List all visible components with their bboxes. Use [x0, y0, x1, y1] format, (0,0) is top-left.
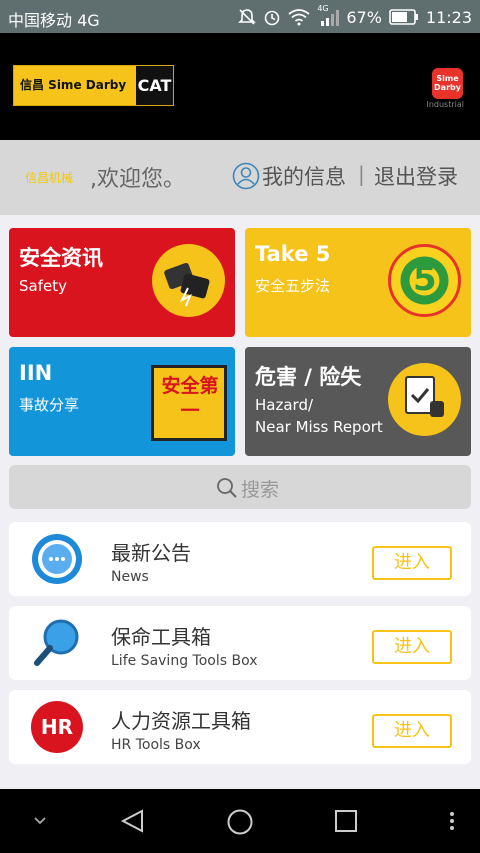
card-title: 最新公告 — [111, 541, 191, 565]
tile-title: Take 5 — [255, 242, 331, 266]
tile-title: 危害 / 险失 — [255, 365, 362, 389]
safety-tag-icon — [152, 244, 225, 317]
enter-button[interactable]: 进入 — [372, 630, 452, 664]
wifi-icon — [288, 9, 310, 26]
greeting-text: ,欢迎您。 — [90, 167, 185, 192]
cat-logo: CAT — [134, 66, 173, 105]
signal-icon: 4G — [317, 4, 340, 27]
chevron-down-icon[interactable] — [32, 815, 48, 827]
back-icon[interactable] — [120, 808, 146, 834]
tile-subtitle: Hazard/ Near Miss Report — [255, 394, 383, 438]
take-five-icon: 5 — [388, 244, 461, 317]
my-info-link[interactable]: 我的信息 — [262, 161, 346, 191]
list-item-life-saving-tools[interactable]: 保命工具箱 Life Saving Tools Box 进入 — [9, 606, 471, 680]
safety-first-sign-icon: 安全第一 — [151, 365, 227, 441]
enter-button[interactable]: 进入 — [372, 714, 452, 748]
person-icon[interactable] — [232, 162, 260, 190]
take-five-number: 5 — [413, 259, 437, 299]
hr-icon-text: HR — [40, 715, 74, 739]
hr-icon: HR — [31, 701, 83, 753]
tile-title: 安全资讯 — [19, 246, 103, 270]
card-title: 保命工具箱 — [111, 625, 211, 649]
magnifier-icon — [34, 619, 79, 666]
search-label: 搜索 — [241, 479, 280, 501]
clock: 11:23 — [425, 7, 472, 27]
username: 信昌机械 — [25, 171, 74, 185]
tile-subtitle: 事故分享 — [19, 396, 80, 414]
card-subtitle: News — [111, 569, 149, 585]
welcome-bar: 信昌机械 ,欢迎您。 我的信息 | 退出登录 — [0, 140, 480, 215]
tile-take5[interactable]: Take 5 安全五步法 5 — [245, 228, 471, 337]
safe-checklist-icon — [388, 363, 461, 436]
card-subtitle: Life Saving Tools Box — [111, 653, 258, 669]
home-icon[interactable] — [226, 808, 254, 836]
tile-hazard[interactable]: 危害 / 险失 Hazard/ Near Miss Report — [245, 347, 471, 456]
brand-text: 信昌 Sime Darby — [20, 78, 127, 92]
search-icon — [217, 478, 237, 498]
enter-button[interactable]: 进入 — [372, 546, 452, 580]
system-nav-bar — [0, 789, 480, 853]
tile-title: IIN — [19, 361, 53, 385]
battery-percent: 67% — [346, 7, 382, 27]
safety-first-text: 安全第一 — [161, 375, 219, 422]
tile-safety[interactable]: 安全资讯 Safety — [9, 228, 235, 337]
sime-darby-sub: Industrial — [426, 100, 464, 109]
list-item-hr-tools[interactable]: HR 人力资源工具箱 HR Tools Box 进入 — [9, 690, 471, 764]
separator: | — [358, 162, 365, 186]
tile-subtitle-line2: Near Miss Report — [255, 418, 383, 436]
recents-icon[interactable] — [334, 809, 358, 833]
card-title: 人力资源工具箱 — [111, 709, 251, 733]
chat-bubble-icon — [32, 534, 82, 584]
sime-darby-logo: Sime Darby — [432, 68, 463, 99]
status-bar: 中国移动 4G 4G 67% 11:23 — [0, 0, 480, 33]
tile-subtitle-line1: Hazard/ — [255, 396, 314, 414]
app-header: 信昌 Sime Darby CAT Sime Darby Industrial — [0, 33, 480, 140]
more-icon[interactable] — [448, 810, 456, 832]
logout-link[interactable]: 退出登录 — [374, 161, 458, 191]
brand-logo: 信昌 Sime Darby CAT — [13, 65, 174, 106]
tile-subtitle: Safety — [19, 277, 67, 295]
list-item-news[interactable]: 最新公告 News 进入 — [9, 522, 471, 596]
mute-icon — [238, 9, 257, 25]
card-subtitle: HR Tools Box — [111, 737, 201, 753]
carrier-label: 中国移动 4G — [8, 11, 100, 30]
alarm-icon — [265, 10, 280, 26]
tile-subtitle: 安全五步法 — [255, 277, 331, 295]
battery-icon — [389, 9, 418, 25]
tile-iin[interactable]: IIN 事故分享 安全第一 — [9, 347, 235, 456]
search-bar[interactable]: 搜索 — [9, 465, 471, 509]
